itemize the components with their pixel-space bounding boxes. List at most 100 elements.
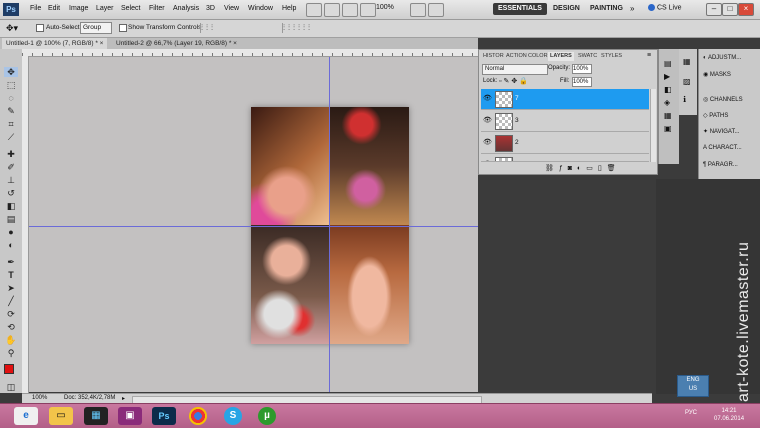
layer-actions-icons[interactable]: ⛓ƒ◙◐▭▯🗑 [545,164,621,172]
visibility-eye-icon[interactable]: 👁 [483,139,492,146]
menu-image[interactable]: Image [69,5,88,12]
minimize-button[interactable]: – [706,3,722,16]
auto-select-checkbox[interactable] [36,24,44,32]
vertical-guide[interactable] [329,57,330,392]
color-panel-icon[interactable]: ◧ [664,85,672,94]
shape-tool-icon[interactable]: ╱ [4,296,18,306]
menu-edit[interactable]: Edit [48,5,60,12]
move-tool-icon[interactable]: ✥ [4,67,18,77]
info-panel-icon[interactable]: ℹ [683,95,686,104]
3d-orbit-tool-icon[interactable]: ⟲ [4,322,18,332]
healing-brush-tool-icon[interactable]: ✚ [4,149,18,159]
extras-icon[interactable] [342,3,358,17]
horizontal-guide[interactable] [29,226,478,227]
workspace-painting-button[interactable]: PAINTING [585,3,628,15]
zoom-tool-icon[interactable]: ⚲ [4,348,18,358]
visibility-eye-icon[interactable]: 👁 [483,161,491,162]
actions-panel-icon[interactable]: ▶ [664,72,670,81]
dodge-tool-icon[interactable]: ◐ [4,240,18,250]
fill-field[interactable]: 100% [572,77,592,87]
workspace-essentials-button[interactable]: ESSENTIALS [493,3,547,15]
zoom-level-select[interactable]: 100% [376,4,404,14]
bridge-icon[interactable] [306,3,322,17]
language-indicator[interactable]: ENG US [677,375,709,397]
layer-row[interactable]: 👁 [481,155,649,162]
layers-panel-icon[interactable]: ◈ [664,98,670,107]
lock-icons[interactable]: ▫✎✥🔒 [499,77,530,85]
workspace-design-button[interactable]: DESIGN [548,3,585,15]
visibility-eye-icon[interactable]: 👁 [483,117,492,124]
eyedropper-tool-icon[interactable]: ⟋ [4,132,18,142]
panel-tab-color[interactable]: COLOR [526,52,550,61]
tray-language[interactable]: РУС [685,410,697,416]
swatches-panel-icon[interactable]: ▦ [664,111,672,120]
dock-item-character[interactable]: A CHARACT... [703,145,742,151]
menu-filter[interactable]: Filter [149,5,165,12]
document-tab-untitled-2[interactable]: Untitled-2 @ 66,7% (Layer 19, RGB/8) * × [112,38,241,49]
layer-row[interactable]: 👁 2 [481,133,649,154]
document-tab-untitled-1[interactable]: Untitled-1 @ 100% (7, RGB/8) * × [2,38,108,49]
menu-view[interactable]: View [224,5,239,12]
media-app-icon[interactable]: ▦ [84,407,108,425]
marquee-tool-icon[interactable]: ⬚ [4,80,18,90]
type-tool-icon[interactable]: T [4,270,18,280]
menu-select[interactable]: Select [121,5,140,12]
path-selection-tool-icon[interactable]: ➤ [4,283,18,293]
layer-row[interactable]: 👁 7 [481,89,649,110]
dock-item-paths[interactable]: ◇ PATHS [703,112,728,119]
status-arrow-icon[interactable]: ▸ [122,395,125,402]
auto-select-dropdown[interactable]: Group [80,22,112,34]
panel-tab-swatches[interactable]: SWATC [576,52,599,61]
screen-mode-icon[interactable] [428,3,444,17]
brush-panel-icon[interactable]: ▦ [683,57,691,66]
foreground-color-swatch[interactable] [4,364,14,374]
maximize-button[interactable]: □ [722,3,738,16]
crop-tool-icon[interactable]: ⌗ [4,119,18,129]
styles-panel-icon[interactable]: ▣ [664,124,672,133]
menu-layer[interactable]: Layer [96,5,114,12]
pen-tool-icon[interactable]: ✒ [4,257,18,267]
gradient-tool-icon[interactable]: ▤ [4,214,18,224]
opacity-field[interactable]: 100% [572,64,592,74]
clone-source-panel-icon[interactable]: ▨ [683,77,691,86]
cs-live-button[interactable]: CS Live [648,4,681,11]
status-zoom[interactable]: 100% [32,395,47,401]
dock-item-paragraph[interactable]: ¶ PARAGR... [703,162,738,168]
chrome-icon[interactable] [189,407,207,425]
history-panel-icon[interactable]: ▤ [664,59,672,68]
quick-mask-icon[interactable]: ◫ [4,382,18,392]
clone-stamp-tool-icon[interactable]: ⊥ [4,175,18,185]
menu-analysis[interactable]: Analysis [173,5,199,12]
hand-tool-icon[interactable] [360,3,376,17]
clock[interactable]: 14:21 07.06.2014 [714,407,744,423]
menu-help[interactable]: Help [282,5,296,12]
arrange-documents-icon[interactable] [410,3,426,17]
canvas-area[interactable] [29,57,478,392]
close-button[interactable]: × [738,3,754,16]
menu-window[interactable]: Window [248,5,273,12]
dock-item-navigator[interactable]: ✦ NAVIGAT... [703,128,740,135]
show-transform-checkbox[interactable] [119,24,127,32]
3d-rotate-tool-icon[interactable]: ⟳ [4,309,18,319]
mini-bridge-icon[interactable] [324,3,340,17]
lasso-tool-icon[interactable]: ◌ [4,93,18,103]
hand-tool-icon[interactable]: ✋ [4,335,18,345]
dock-item-adjustments[interactable]: ◐ ADJUSTM... [703,55,741,61]
ie-icon[interactable]: e [14,407,38,425]
quick-select-tool-icon[interactable]: ✎ [4,106,18,116]
panel-menu-icon[interactable]: ≡ [647,52,651,59]
utorrent-icon[interactable]: µ [258,407,276,425]
blend-mode-dropdown[interactable]: Normal [482,64,548,75]
history-brush-tool-icon[interactable]: ↺ [4,188,18,198]
eraser-tool-icon[interactable]: ◧ [4,201,18,211]
panel-tab-layers[interactable]: LAYERS [548,52,574,61]
menu-file[interactable]: File [30,5,41,12]
more-workspaces-icon[interactable]: » [630,4,634,13]
skype-icon[interactable]: S [224,407,242,425]
photoshop-taskbar-icon[interactable]: Ps [152,407,176,425]
layers-scrollbar[interactable] [650,89,656,162]
presentation-app-icon[interactable]: ▣ [118,407,142,425]
distribute-buttons-icon[interactable]: ⫶⫶⫶⫶⫶⫶ [282,23,393,33]
explorer-icon[interactable]: ▭ [49,407,73,425]
panel-tab-history[interactable]: HISTOR [481,52,506,61]
